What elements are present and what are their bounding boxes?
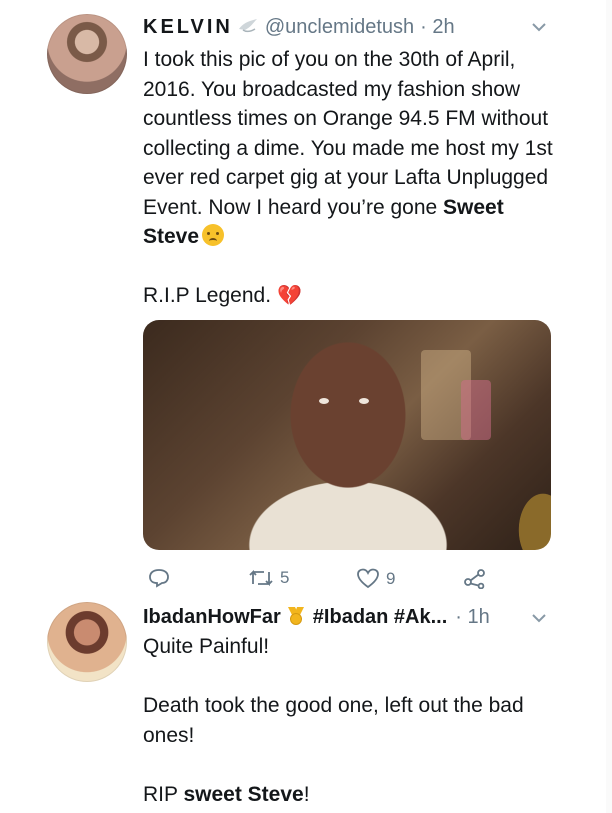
avatar[interactable] — [47, 14, 127, 94]
scrollbar[interactable] — [606, 0, 612, 813]
rip-line: R.I.P Legend. — [143, 284, 272, 307]
tweet-header: IbadanHowFar #Ibadan #Ak... · 1h — [143, 604, 490, 629]
tweet-photo[interactable] — [143, 320, 551, 550]
display-name[interactable]: IbadanHowFar — [143, 605, 281, 629]
bold-mention: sweet Steve — [183, 782, 304, 806]
retweet-icon — [249, 569, 273, 587]
reply-button[interactable] — [148, 568, 170, 588]
bird-emoji — [233, 15, 265, 39]
retweet-count: 5 — [280, 568, 290, 587]
avatar[interactable] — [47, 602, 127, 682]
tweet-kelvin[interactable]: KELVIN @unclemidetush · 2h I took this p… — [0, 0, 600, 598]
medal-emoji — [285, 604, 307, 629]
tweet-header: KELVIN @unclemidetush · 2h — [143, 15, 455, 39]
chevron-down-icon[interactable] — [531, 610, 547, 628]
tweet-ibadanhowfar[interactable]: IbadanHowFar #Ibadan #Ak... · 1h Quite P… — [0, 598, 600, 813]
like-icon — [357, 568, 379, 589]
tweet-line-prefix: RIP — [143, 782, 184, 806]
tweet-actions: 5 9 — [143, 566, 543, 592]
display-name[interactable]: KELVIN — [143, 15, 233, 39]
tweet-line: Quite Painful! — [143, 635, 270, 658]
tweet-body: I took this pic of you on the 30th of Ap… — [143, 48, 553, 219]
broken-heart-emoji: 💔 — [277, 285, 302, 307]
tweet-text: I took this pic of you on the 30th of Ap… — [143, 45, 563, 312]
worried-face-emoji — [202, 224, 225, 246]
user-handle[interactable]: @unclemidetush — [265, 15, 414, 39]
tweet-line: Death took the good one, left out the ba… — [143, 694, 524, 747]
like-button[interactable]: 9 — [356, 568, 395, 589]
reply-icon — [149, 569, 169, 588]
like-count: 9 — [386, 568, 396, 588]
chevron-down-icon[interactable] — [531, 19, 547, 37]
hashtags[interactable]: #Ibadan #Ak... — [313, 605, 448, 629]
timestamp[interactable]: · 1h — [455, 605, 489, 629]
share-icon — [464, 569, 485, 589]
share-button[interactable] — [463, 567, 487, 589]
retweet-button[interactable]: 5 — [248, 568, 289, 588]
tweet-text: Quite Painful! Death took the good one, … — [143, 632, 563, 809]
timestamp[interactable]: · 2h — [420, 15, 454, 39]
tweet-line-suffix: ! — [303, 782, 310, 806]
